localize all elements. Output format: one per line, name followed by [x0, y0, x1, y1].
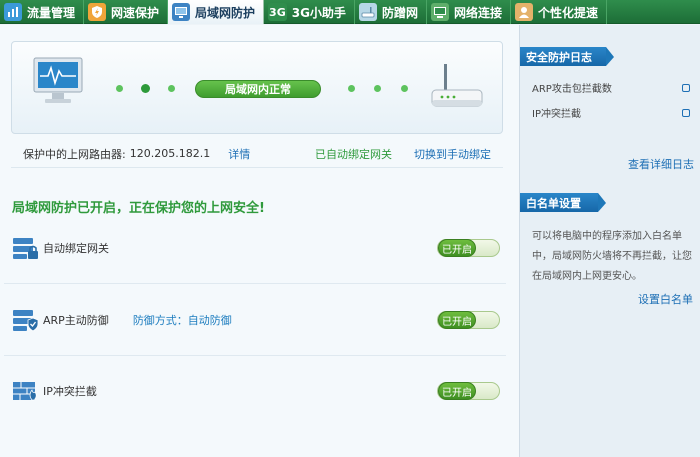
- tab-lan-protection[interactable]: 局域网防护: [168, 0, 265, 24]
- router-icon: [431, 64, 483, 107]
- traffic-icon: [4, 3, 22, 21]
- lan-protection-panel: 局域网内正常 保护中的上网路由器: 120.205.182.1 详情 已自动绑定…: [0, 25, 519, 457]
- connection-dot: [116, 85, 123, 92]
- speed-shield-icon: [88, 3, 107, 21]
- feature-name: 自动绑定网关: [43, 242, 109, 255]
- divider: [4, 283, 506, 284]
- whitelist-title: 白名单设置: [520, 193, 606, 212]
- tab-label: 个性化提速: [537, 5, 598, 20]
- connection-dot: [374, 85, 381, 92]
- defense-mode-text: 防御方式：自动防御: [132, 314, 232, 327]
- tab-bar: 流量管理 网速保护 局域网防护 3G 3G小助手 防蹭网 网络连接 个性化提速: [0, 0, 700, 24]
- details-link[interactable]: 详情: [228, 146, 250, 162]
- router-info-bar: 保护中的上网路由器: 120.205.182.1 详情 已自动绑定网关 切换到手…: [11, 140, 503, 168]
- arp-defense-toggle[interactable]: 已开启: [437, 311, 500, 329]
- server-lock-icon: [13, 238, 38, 259]
- 3g-icon: 3G: [268, 3, 287, 21]
- tab-personal-speedup[interactable]: 个性化提速: [511, 0, 607, 24]
- feature-name: ARP主动防御: [43, 314, 109, 327]
- auto-bind-gateway-toggle[interactable]: 已开启: [437, 239, 500, 257]
- divider: [4, 355, 506, 356]
- tab-anti-freeload[interactable]: 防蹭网: [355, 0, 427, 24]
- router-label: 保护中的上网路由器:: [23, 147, 126, 161]
- tab-label: 防蹭网: [381, 5, 418, 20]
- toggle-label: 已开启: [438, 311, 476, 329]
- toggle-label: 已开启: [438, 382, 476, 400]
- tab-label: 网络连接: [453, 5, 502, 20]
- security-log-title: 安全防护日志: [520, 47, 614, 66]
- protection-headline: 局域网防护已开启，正在保护您的上网安全!: [12, 201, 265, 216]
- router-icon: [358, 3, 377, 21]
- connection-dot: [168, 85, 175, 92]
- connection-dot: [401, 85, 408, 92]
- set-whitelist-link[interactable]: 设置白名单: [638, 291, 693, 307]
- connection-dot: [141, 84, 150, 93]
- tab-3g-assistant[interactable]: 3G 3G小助手: [264, 0, 355, 24]
- whitelist-description: 可以将电脑中的程序添加入白名单中，局域网防火墙将不再拦截，让您在局域网内上网更安…: [532, 231, 692, 282]
- feature-arp-defense: ARP主动防御 防御方式：自动防御 已开启: [12, 305, 502, 335]
- 3g-glyph: 3G: [269, 5, 286, 19]
- feature-name: IP冲突拦截: [43, 385, 97, 398]
- feature-ip-conflict-block: IP冲突拦截 已开启: [12, 376, 502, 406]
- tab-label: 网速保护: [111, 5, 160, 20]
- network-icon: [430, 3, 449, 21]
- tab-label: 局域网防护: [195, 5, 256, 20]
- count-indicator-icon[interactable]: [682, 108, 690, 117]
- switch-manual-bind-link[interactable]: 切换到手动绑定: [414, 146, 491, 162]
- tab-traffic-management[interactable]: 流量管理: [0, 0, 85, 24]
- firewall-icon: [13, 382, 37, 401]
- side-panel: 安全防护日志 ARP攻击包拦截数 IP冲突拦截 查看详细日志 白名单设置 可以将…: [519, 25, 700, 457]
- log-item-label: ARP攻击包拦截数: [532, 84, 612, 95]
- count-indicator-icon[interactable]: [682, 83, 690, 92]
- router-ip: 120.205.182.1: [129, 147, 211, 160]
- computer-monitor-icon: [33, 57, 83, 103]
- view-log-details-link[interactable]: 查看详细日志: [628, 156, 694, 172]
- tab-label: 流量管理: [27, 5, 76, 20]
- tab-network-connection[interactable]: 网络连接: [427, 0, 511, 24]
- feature-auto-bind-gateway: 自动绑定网关 已开启: [12, 233, 502, 263]
- ip-conflict-toggle[interactable]: 已开启: [437, 382, 500, 400]
- gateway-bound-status: 已自动绑定网关: [315, 147, 392, 161]
- server-shield-icon: [13, 310, 39, 332]
- tab-speed-protection[interactable]: 网速保护: [84, 0, 169, 24]
- log-item-arp: ARP攻击包拦截数: [532, 80, 690, 95]
- lan-shield-icon: [172, 3, 191, 21]
- toggle-label: 已开启: [438, 239, 476, 257]
- log-item-label: IP冲突拦截: [532, 109, 581, 120]
- status-box: 局域网内正常: [11, 41, 503, 134]
- log-item-ip-conflict: IP冲突拦截: [532, 105, 690, 120]
- person-icon: [514, 3, 533, 21]
- connection-dot: [348, 85, 355, 92]
- lan-status-badge: 局域网内正常: [195, 80, 321, 98]
- tab-label: 3G小助手: [291, 5, 346, 20]
